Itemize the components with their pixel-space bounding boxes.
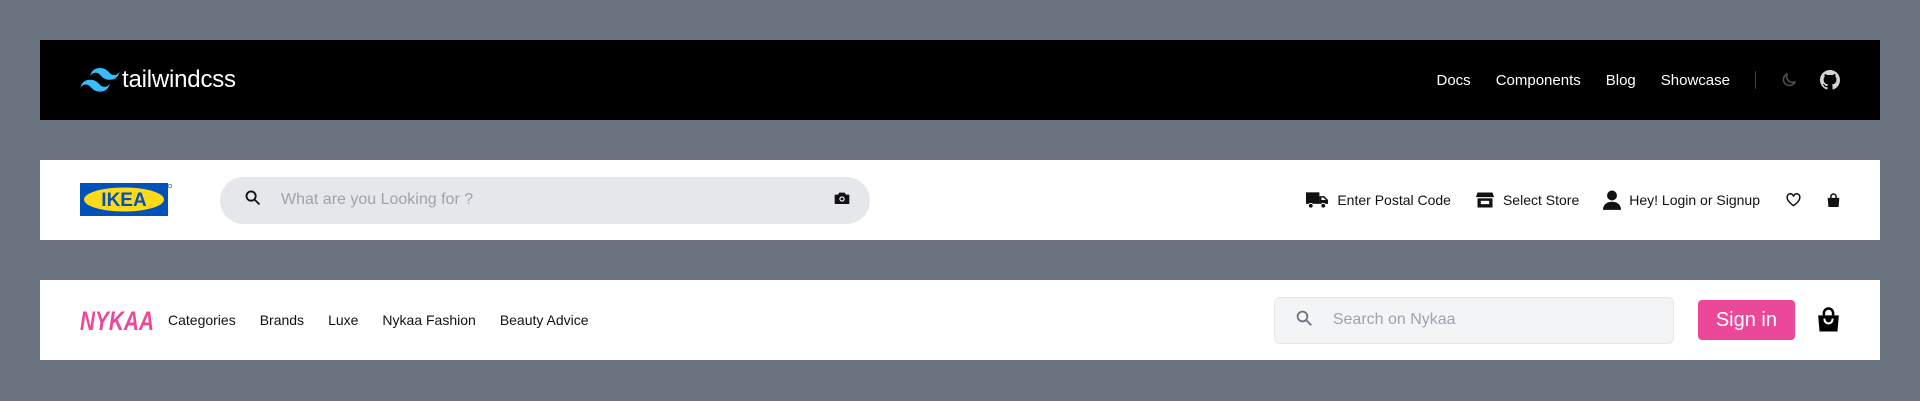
tailwind-logo[interactable]: tailwindcss	[80, 66, 236, 94]
select-store-button[interactable]: Select Store	[1475, 190, 1579, 210]
signin-button[interactable]: Sign in	[1697, 300, 1795, 340]
nykaa-logo[interactable]: NYKAA	[80, 304, 156, 336]
nav-link-luxe[interactable]: Luxe	[328, 312, 358, 328]
nav-link-blog[interactable]: Blog	[1606, 72, 1636, 89]
nav-link-brands[interactable]: Brands	[260, 312, 304, 328]
login-signup-button[interactable]: Hey! Login or Signup	[1603, 190, 1760, 210]
ikea-logo-mark: IKEA	[80, 183, 172, 216]
nav-link-components[interactable]: Components	[1496, 72, 1581, 89]
user-icon	[1603, 190, 1622, 210]
moon-icon[interactable]	[1780, 71, 1798, 89]
bag-icon[interactable]	[1827, 192, 1840, 208]
postal-code-label: Enter Postal Code	[1337, 192, 1451, 208]
github-icon[interactable]	[1820, 70, 1840, 90]
heart-icon[interactable]	[1786, 193, 1801, 207]
truck-icon	[1306, 192, 1329, 209]
select-store-label: Select Store	[1502, 192, 1580, 208]
nykaa-search-input[interactable]	[1332, 311, 1653, 329]
nykaa-logo-mark: NYKAA	[80, 306, 154, 336]
tailwind-wave-icon	[80, 68, 120, 92]
nav-link-showcase[interactable]: Showcase	[1661, 72, 1730, 89]
nav-link-categories[interactable]: Categories	[168, 312, 236, 328]
ikea-logo-text: IKEA	[101, 190, 147, 211]
search-icon[interactable]	[1295, 309, 1313, 332]
ikea-logo[interactable]: IKEA	[80, 183, 172, 217]
nav-link-beauty-advice[interactable]: Beauty Advice	[500, 312, 589, 328]
postal-code-button[interactable]: Enter Postal Code	[1306, 191, 1451, 209]
nykaa-nav: Categories Brands Luxe Nykaa Fashion Bea…	[168, 312, 589, 328]
search-icon[interactable]	[244, 189, 261, 211]
tailwind-logo-text: tailwindcss	[122, 66, 236, 93]
nykaa-navbar: NYKAA Categories Brands Luxe Nykaa Fashi…	[40, 280, 1880, 360]
ikea-actions: Enter Postal Code Select Store Hey! Logi…	[1306, 190, 1840, 210]
nav-link-docs[interactable]: Docs	[1437, 72, 1471, 89]
nykaa-logo-text: NYKAA	[80, 306, 154, 336]
login-signup-label: Hey! Login or Signup	[1629, 192, 1760, 208]
tailwind-navbar: tailwindcss Docs Components Blog Showcas…	[40, 40, 1880, 120]
nav-link-nykaa-fashion[interactable]: Nykaa Fashion	[382, 312, 475, 328]
nykaa-search-bar	[1273, 296, 1674, 344]
bag-icon[interactable]	[1817, 307, 1840, 333]
store-icon	[1475, 192, 1495, 208]
camera-icon[interactable]	[834, 191, 850, 210]
ikea-navbar: IKEA Enter Postal Code Select Store Hey!…	[40, 160, 1880, 240]
ikea-search-input[interactable]	[281, 191, 834, 209]
nav-divider	[1755, 71, 1756, 89]
tailwind-nav: Docs Components Blog Showcase	[1437, 70, 1840, 90]
ikea-search-bar	[220, 176, 870, 224]
